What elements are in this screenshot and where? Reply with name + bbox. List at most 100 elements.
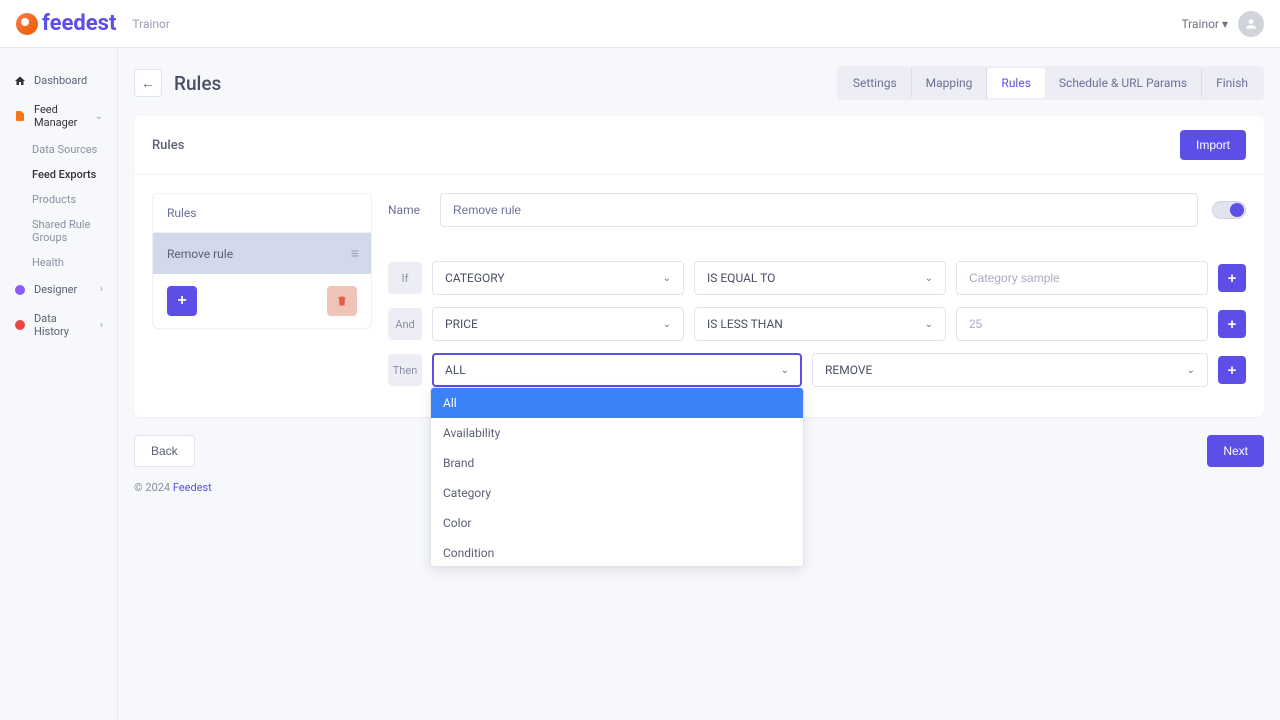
chevron-down-icon: ⌄	[1187, 365, 1195, 376]
field-select[interactable]: CATEGORY ⌄	[432, 261, 684, 295]
cond-label-and: And	[388, 308, 422, 340]
chevron-down-icon: ⌄	[95, 111, 103, 122]
next-button[interactable]: Next	[1207, 435, 1264, 467]
add-action-button[interactable]: +	[1218, 356, 1246, 384]
delete-rule-button[interactable]	[327, 286, 357, 316]
field-select-wrap: ALL ⌄ All Availability Brand Category Co…	[432, 353, 802, 387]
sidebar-item-data-history[interactable]: Data History ›	[0, 304, 117, 346]
header: feedest Trainor Trainor ▾	[0, 0, 1280, 48]
rule-active-toggle[interactable]	[1212, 201, 1246, 219]
dropdown-option[interactable]: Brand	[431, 448, 803, 478]
dropdown-option[interactable]: All	[431, 388, 803, 418]
field-value: ALL	[445, 363, 466, 377]
sidebar-item-dashboard[interactable]: Dashboard	[0, 66, 117, 95]
user-menu[interactable]: Trainor ▾	[1181, 17, 1228, 31]
avatar-icon[interactable]	[1238, 11, 1264, 37]
sidebar-item-products[interactable]: Products	[0, 187, 117, 212]
palette-icon	[14, 284, 26, 296]
chevron-right-icon: ›	[100, 284, 103, 295]
page-title: Rules	[174, 72, 221, 95]
logo[interactable]: feedest	[16, 11, 116, 36]
home-icon	[14, 75, 26, 87]
brand-name: feedest	[42, 11, 116, 36]
action-select[interactable]: REMOVE ⌄	[812, 353, 1208, 387]
main: ← Rules Settings Mapping Rules Schedule …	[118, 48, 1280, 720]
trash-icon	[336, 295, 348, 307]
page-head: ← Rules Settings Mapping Rules Schedule …	[134, 66, 1264, 100]
rules-panel: Rules Remove rule ≡ +	[152, 193, 372, 329]
rule-item-label: Remove rule	[167, 247, 233, 261]
chart-icon	[14, 319, 26, 331]
rules-panel-head: Rules	[153, 194, 371, 233]
op-value: IS LESS THAN	[707, 317, 783, 331]
nav-label: Data History	[34, 312, 92, 338]
field-value: CATEGORY	[445, 271, 505, 285]
sidebar-item-shared-rule-groups[interactable]: Shared Rule Groups	[0, 212, 117, 250]
card-body: Rules Remove rule ≡ + Name	[134, 175, 1264, 417]
tab-rules[interactable]: Rules	[987, 68, 1044, 98]
value-input[interactable]	[956, 261, 1208, 295]
nav-label: Designer	[34, 283, 77, 296]
sidebar-item-feed-exports[interactable]: Feed Exports	[0, 162, 117, 187]
name-row: Name	[388, 193, 1246, 241]
cond-label-then: Then	[388, 354, 422, 386]
rule-name-input[interactable]	[440, 193, 1198, 227]
rules-card: Rules Import Rules Remove rule ≡ +	[134, 116, 1264, 417]
drag-icon[interactable]: ≡	[351, 245, 357, 262]
card-title: Rules	[152, 138, 184, 153]
sidebar-item-health[interactable]: Health	[0, 250, 117, 275]
operator-select[interactable]: IS LESS THAN ⌄	[694, 307, 946, 341]
rule-item[interactable]: Remove rule ≡	[153, 233, 371, 274]
logo-mark-icon	[16, 13, 38, 35]
logo-wrap: feedest Trainor	[16, 11, 170, 36]
condition-row-if: If CATEGORY ⌄ IS EQUAL TO ⌄ +	[388, 261, 1246, 295]
field-select[interactable]: PRICE ⌄	[432, 307, 684, 341]
footer-link[interactable]: Feedest	[173, 481, 212, 494]
back-button[interactable]: ←	[134, 69, 162, 97]
card-head: Rules Import	[134, 116, 1264, 175]
value-input[interactable]	[956, 307, 1208, 341]
tabs: Settings Mapping Rules Schedule & URL Pa…	[837, 66, 1264, 100]
import-button[interactable]: Import	[1180, 130, 1246, 160]
nav-label: Dashboard	[34, 74, 87, 87]
chevron-right-icon: ›	[100, 320, 103, 331]
chevron-down-icon: ⌄	[925, 273, 933, 284]
copyright: © 2024	[134, 481, 173, 494]
sidebar-item-designer[interactable]: Designer ›	[0, 275, 117, 304]
add-condition-button[interactable]: +	[1218, 310, 1246, 338]
back-button[interactable]: Back	[134, 435, 195, 467]
dropdown-option[interactable]: Category	[431, 478, 803, 508]
dropdown-option[interactable]: Color	[431, 508, 803, 538]
tab-schedule[interactable]: Schedule & URL Params	[1045, 68, 1202, 98]
sidebar-item-data-sources[interactable]: Data Sources	[0, 137, 117, 162]
condition-row-and: And PRICE ⌄ IS LESS THAN ⌄ +	[388, 307, 1246, 341]
file-icon	[14, 110, 26, 122]
add-condition-button[interactable]: +	[1218, 264, 1246, 292]
add-rule-button[interactable]: +	[167, 286, 197, 316]
chevron-down-icon: ⌄	[781, 365, 789, 376]
cond-label-if: If	[388, 262, 422, 294]
dropdown-option[interactable]: Availability	[431, 418, 803, 448]
field-select[interactable]: ALL ⌄	[432, 353, 802, 387]
field-dropdown: All Availability Brand Category Color Co…	[430, 387, 804, 567]
sidebar: Dashboard Feed Manager ⌄ Data Sources Fe…	[0, 48, 118, 720]
tab-finish[interactable]: Finish	[1202, 68, 1262, 98]
op-value: IS EQUAL TO	[707, 271, 775, 285]
action-value: REMOVE	[825, 363, 872, 377]
chevron-down-icon: ⌄	[663, 319, 671, 330]
brand-sub: Trainor	[132, 17, 170, 31]
rule-config: Name If CATEGORY ⌄ IS EQUAL TO ⌄	[388, 193, 1246, 399]
tab-mapping[interactable]: Mapping	[912, 68, 988, 98]
sidebar-item-feed-manager[interactable]: Feed Manager ⌄	[0, 95, 117, 137]
condition-row-then: Then ALL ⌄ All Availability Brand Catego…	[388, 353, 1246, 387]
chevron-down-icon: ⌄	[925, 319, 933, 330]
tab-settings[interactable]: Settings	[839, 68, 912, 98]
field-value: PRICE	[445, 317, 478, 331]
header-right: Trainor ▾	[1181, 11, 1264, 37]
rules-actions: +	[153, 274, 371, 328]
nav-label: Feed Manager	[34, 103, 87, 129]
chevron-down-icon: ⌄	[663, 273, 671, 284]
name-label: Name	[388, 203, 426, 217]
dropdown-option[interactable]: Condition	[431, 538, 803, 567]
operator-select[interactable]: IS EQUAL TO ⌄	[694, 261, 946, 295]
